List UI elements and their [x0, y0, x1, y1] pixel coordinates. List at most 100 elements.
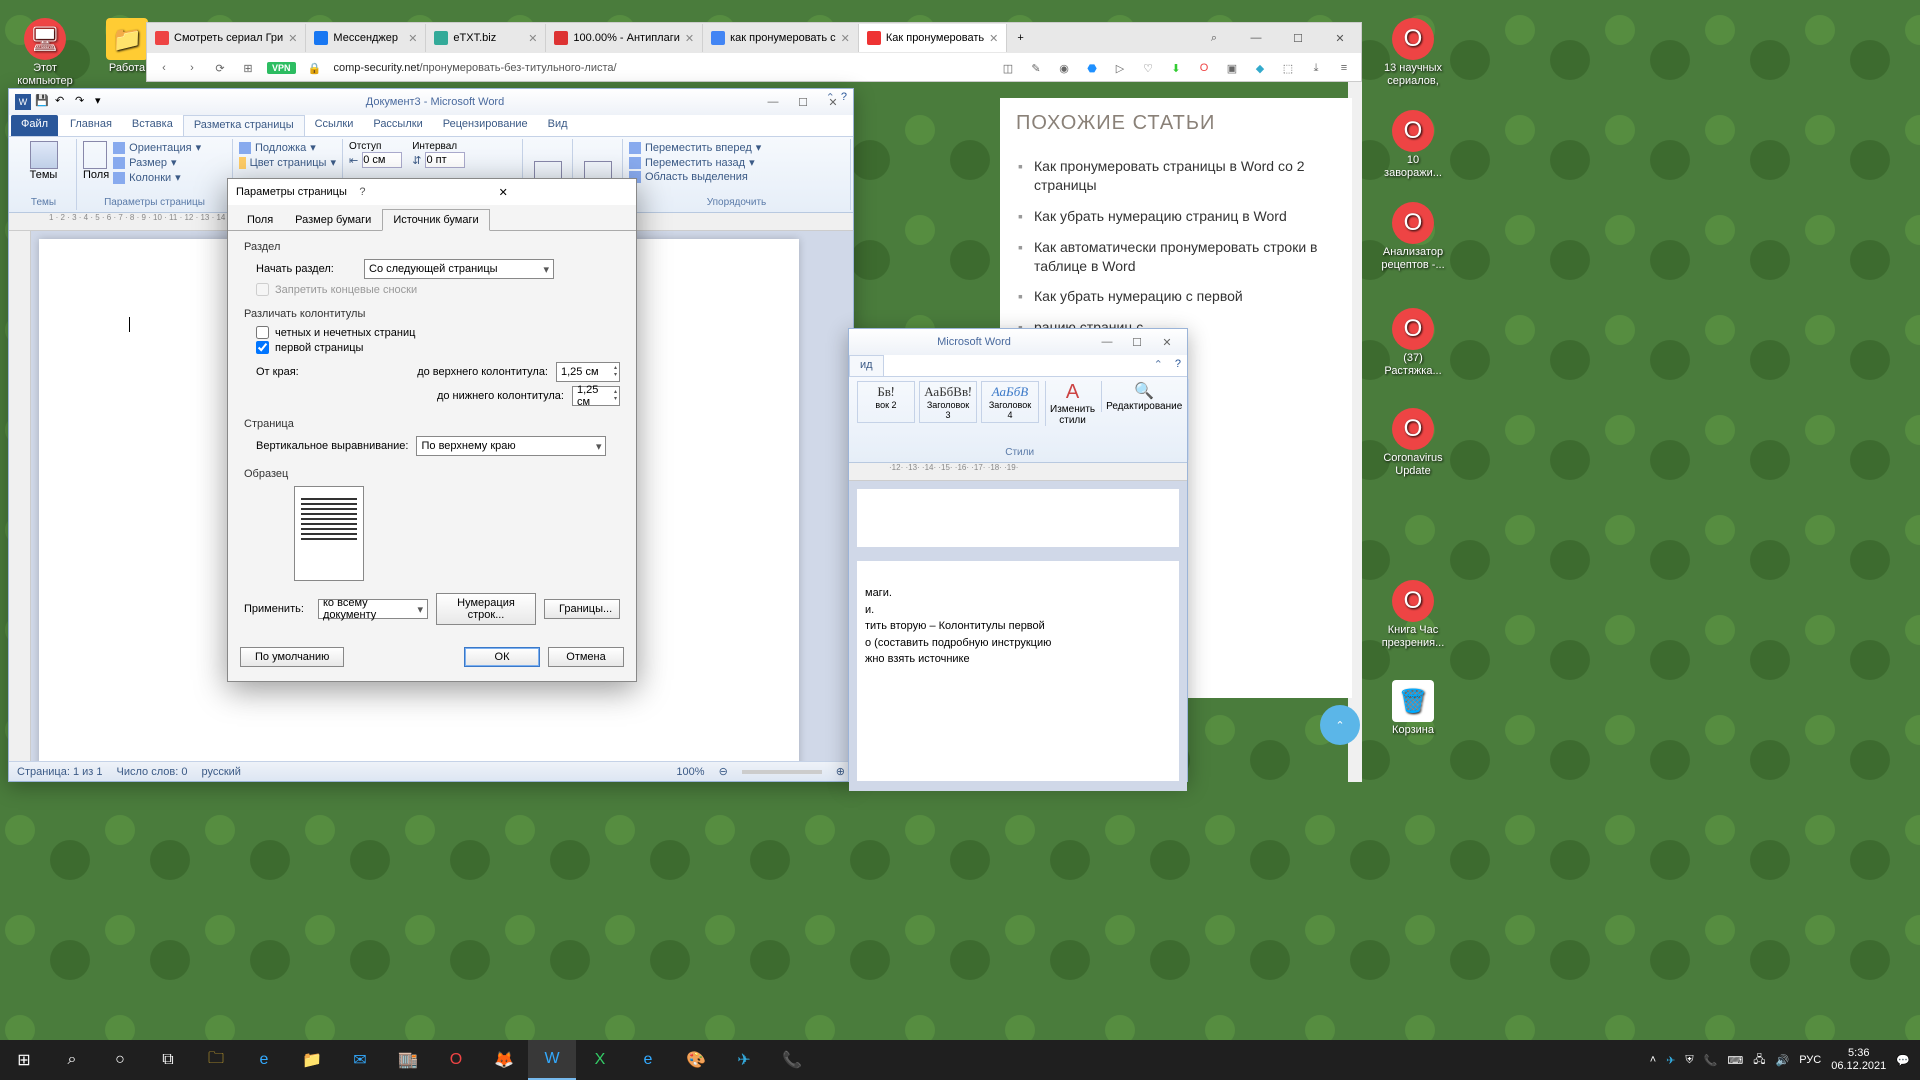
- ok-button[interactable]: ОК: [464, 647, 540, 667]
- default-button[interactable]: По умолчанию: [240, 647, 344, 667]
- selection-pane-button[interactable]: Область выделения: [629, 171, 844, 183]
- scroll-top-button[interactable]: ⌃: [1320, 705, 1360, 745]
- tray-up-icon[interactable]: ˄: [1650, 1054, 1656, 1066]
- spacing-input[interactable]: [425, 152, 465, 168]
- desktop-icon[interactable]: O(37) Растяжка...: [1378, 308, 1448, 378]
- close-icon[interactable]: ✕: [493, 184, 628, 201]
- desktop-icon[interactable]: 🗑Корзина: [1378, 680, 1448, 737]
- dialog-tab[interactable]: Размер бумаги: [284, 209, 382, 231]
- header-top-input[interactable]: 1,25 см: [556, 362, 620, 382]
- desktop-icon[interactable]: OАнализатор рецептов -...: [1378, 202, 1448, 272]
- menu-icon[interactable]: ≡: [1335, 59, 1353, 77]
- telegram-button[interactable]: ✈: [720, 1040, 768, 1080]
- ribbon-tab[interactable]: Вставка: [122, 115, 183, 136]
- maximize-button[interactable]: ☐: [1277, 23, 1319, 53]
- margins-icon[interactable]: [83, 141, 107, 169]
- explorer-button[interactable]: 🗀: [192, 1040, 240, 1080]
- page-color-button[interactable]: Цвет страницы ▾: [239, 156, 336, 169]
- undo-icon[interactable]: ↶: [55, 94, 71, 110]
- close-button[interactable]: ✕: [1153, 332, 1181, 352]
- download-icon[interactable]: ⬇: [1167, 59, 1185, 77]
- ribbon-tab[interactable]: Главная: [60, 115, 122, 136]
- sidebar-icon[interactable]: ◫: [999, 59, 1017, 77]
- send-icon[interactable]: ▷: [1111, 59, 1129, 77]
- reload-icon[interactable]: ⟳: [211, 59, 229, 77]
- tray-network-icon[interactable]: 🖧: [1753, 1051, 1765, 1070]
- ribbon-tab[interactable]: Ссылки: [305, 115, 364, 136]
- speed-dial-icon[interactable]: ⊞: [239, 59, 257, 77]
- maximize-button[interactable]: ☐: [1123, 332, 1151, 352]
- status-page[interactable]: Страница: 1 из 1: [17, 766, 103, 778]
- style-item[interactable]: АаБбВв!Заголовок 3: [919, 381, 977, 423]
- help-icon[interactable]: ?: [1169, 355, 1187, 376]
- edge-button[interactable]: e: [624, 1040, 672, 1080]
- section-start-combo[interactable]: Со следующей страницы: [364, 259, 554, 279]
- minimize-button[interactable]: —: [759, 92, 787, 112]
- mail-button[interactable]: ✉: [336, 1040, 384, 1080]
- first-page-checkbox[interactable]: [256, 341, 269, 354]
- browser-tab[interactable]: как пронумеровать с✕: [703, 24, 859, 52]
- borders-button[interactable]: Границы...: [544, 599, 620, 619]
- size-button[interactable]: Размер ▾: [113, 156, 201, 169]
- ext-icon[interactable]: ▣: [1223, 59, 1241, 77]
- style-item[interactable]: Бв!вок 2: [857, 381, 915, 423]
- ie-button[interactable]: e: [240, 1040, 288, 1080]
- tab-view[interactable]: ид: [849, 355, 884, 376]
- indent-left-input[interactable]: [362, 152, 402, 168]
- forward-icon[interactable]: ›: [183, 59, 201, 77]
- zoom-slider[interactable]: [742, 770, 822, 774]
- ribbon-tab[interactable]: Вид: [538, 115, 578, 136]
- save-icon[interactable]: 💾: [35, 94, 51, 110]
- cube-icon[interactable]: ⬚: [1279, 59, 1297, 77]
- tray-keyboard-icon[interactable]: ⌨: [1727, 1054, 1743, 1067]
- tab-close-icon[interactable]: ✕: [288, 32, 297, 45]
- opera-icon[interactable]: O: [1195, 59, 1213, 77]
- tray-defender-icon[interactable]: ⛨: [1685, 1054, 1693, 1067]
- start-button[interactable]: ⊞: [0, 1040, 48, 1080]
- related-link[interactable]: Как убрать нумерацию с первой: [1016, 281, 1336, 312]
- watermark-button[interactable]: Подложка ▾: [239, 141, 336, 154]
- editing-button[interactable]: Редактирование: [1106, 401, 1182, 412]
- ribbon-tab[interactable]: Рассылки: [363, 115, 432, 136]
- vpn-badge[interactable]: VPN: [267, 62, 296, 74]
- change-styles-button[interactable]: Изменить стили: [1050, 404, 1095, 426]
- related-link[interactable]: Как автоматически пронумеровать строки в…: [1016, 232, 1336, 282]
- apply-to-combo[interactable]: ко всему документу: [318, 599, 428, 619]
- tray-volume-icon[interactable]: 🔊: [1776, 1054, 1790, 1067]
- help-icon[interactable]: ?: [841, 91, 847, 104]
- heart-icon[interactable]: ♡: [1139, 59, 1157, 77]
- url-field[interactable]: comp-security.net/пронумеровать-без-титу…: [334, 62, 989, 74]
- desktop-icon[interactable]: OCoronavirus Update: [1378, 408, 1448, 478]
- maximize-button[interactable]: ☐: [789, 92, 817, 112]
- minimize-button[interactable]: —: [1093, 332, 1121, 352]
- bring-forward-button[interactable]: Переместить вперед ▾: [629, 141, 844, 154]
- tab-close-icon[interactable]: ✕: [841, 32, 850, 45]
- horizontal-ruler[interactable]: ·12· ·13· ·14· ·15· ·16· ·17· ·18· ·19·: [849, 463, 1187, 481]
- related-link[interactable]: Как убрать нумерацию страниц в Word: [1016, 201, 1336, 232]
- tab-close-icon[interactable]: ✕: [685, 32, 694, 45]
- tab-close-icon[interactable]: ✕: [989, 32, 998, 45]
- ribbon-tab[interactable]: Разметка страницы: [183, 115, 305, 136]
- new-tab-button[interactable]: +: [1007, 32, 1033, 44]
- tab-close-icon[interactable]: ✕: [528, 32, 537, 45]
- tray-telegram-icon[interactable]: ✈: [1666, 1054, 1675, 1067]
- dialog-tab[interactable]: Поля: [236, 209, 284, 231]
- ribbon-tab[interactable]: Рецензирование: [433, 115, 538, 136]
- ribbon-collapse-icon[interactable]: ⌃: [826, 91, 835, 104]
- paint-button[interactable]: 🎨: [672, 1040, 720, 1080]
- document-page[interactable]: маги.и.тить вторую – Колонтитулы первойо…: [857, 561, 1179, 781]
- browser-tab[interactable]: eTXT.biz✕: [426, 24, 546, 52]
- back-icon[interactable]: ‹: [155, 59, 173, 77]
- tray-clock[interactable]: 5:3606.12.2021: [1831, 1047, 1886, 1073]
- columns-button[interactable]: Колонки ▾: [113, 171, 201, 184]
- document-page[interactable]: [857, 489, 1179, 547]
- viber-button[interactable]: 📞: [768, 1040, 816, 1080]
- store-button[interactable]: 🏬: [384, 1040, 432, 1080]
- excel-button[interactable]: X: [576, 1040, 624, 1080]
- folder-button[interactable]: 📁: [288, 1040, 336, 1080]
- browser-tab[interactable]: Смотреть сериал Гри✕: [147, 24, 306, 52]
- desktop-icon[interactable]: O13 научных сериалов,: [1378, 18, 1448, 88]
- orientation-button[interactable]: Ориентация ▾: [113, 141, 201, 154]
- qat-more-icon[interactable]: ▾: [95, 94, 111, 110]
- redo-icon[interactable]: ↷: [75, 94, 91, 110]
